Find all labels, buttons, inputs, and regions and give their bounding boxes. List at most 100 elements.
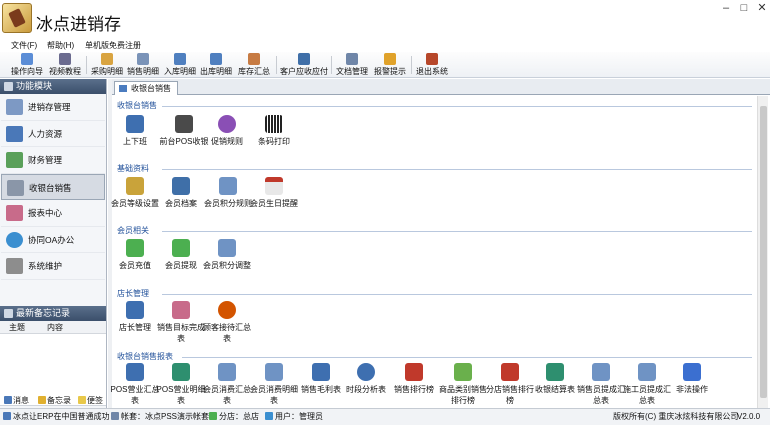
sidebar-item-inventory[interactable]: 进销存管理 (1, 94, 105, 121)
settlement-icon (546, 363, 564, 381)
table-icon (218, 363, 236, 381)
toolbar-stock-summary-button[interactable]: 库存汇总 (235, 53, 273, 77)
pos-detail-report-button[interactable]: POS营业明细表 (155, 363, 207, 406)
menu-bar: 文件(F) 帮助(H) 单机版免费注册 (0, 38, 770, 52)
shift-button[interactable]: 上下班 (109, 115, 161, 147)
toolbar-alarm-button[interactable]: 报警提示 (372, 53, 408, 77)
category-ranking-button[interactable]: 商品类别销售排行榜 (437, 363, 489, 406)
card-plus-icon (126, 239, 144, 257)
title-bar: 冰点进销存 – □ ✕ (0, 0, 770, 38)
sidebar-item-pos[interactable]: 收银台销售 (1, 173, 105, 200)
message-button[interactable]: 消息 (4, 395, 29, 406)
minimize-button[interactable]: – (716, 1, 736, 15)
member-recharge-button[interactable]: 会员充值 (109, 239, 161, 271)
finance-icon (6, 152, 23, 168)
message-icon (4, 396, 12, 404)
discount-tag-icon (218, 115, 236, 133)
member-archive-button[interactable]: 会员档案 (155, 177, 207, 209)
cart-icon (137, 53, 149, 65)
sidebar-item-oa[interactable]: 协同OA办公 (1, 227, 105, 253)
clock-icon (357, 363, 375, 381)
account-icon (111, 412, 119, 420)
app-title: 冰点进销存 (36, 15, 121, 34)
memo-header: 最新备忘记录 (0, 305, 106, 321)
toolbar-separator (86, 56, 87, 74)
memo-column-content[interactable]: 内容 (47, 321, 63, 334)
toolbar-video-button[interactable]: 视频教程 (47, 53, 83, 77)
line-chart-icon (172, 301, 190, 319)
member-consume-detail-button[interactable]: 会员消费明细表 (248, 363, 300, 406)
points-rules-button[interactable]: 会员积分规则 (202, 177, 254, 209)
purchase-icon (101, 53, 113, 65)
menu-help[interactable]: 帮助(H) (47, 40, 74, 51)
barcode-print-button[interactable]: 条码打印 (248, 115, 300, 147)
toolbar-separator (276, 56, 277, 74)
toolbar-separator (411, 56, 412, 74)
section-divider (162, 231, 752, 232)
info-icon (3, 412, 11, 420)
status-user: 用户：管理员 (265, 409, 323, 425)
toolbar-purchase-detail-button[interactable]: 采购明细 (89, 53, 125, 77)
wizard-icon (21, 53, 33, 65)
card-minus-icon (172, 239, 190, 257)
maximize-button[interactable]: □ (734, 1, 754, 15)
sales-ranking-button[interactable]: 销售排行榜 (388, 363, 440, 395)
sidebar-item-reports[interactable]: 报表中心 (1, 200, 105, 227)
table-icon (592, 363, 610, 381)
memo-button[interactable]: 备忘录 (38, 395, 71, 406)
report-icon (126, 363, 144, 381)
close-button[interactable]: ✕ (752, 1, 770, 15)
modules-icon (4, 82, 13, 91)
people-icon (6, 125, 23, 142)
toolbar-outbound-detail-button[interactable]: 出库明细 (198, 53, 234, 77)
store-manager-button[interactable]: 店长管理 (109, 301, 161, 333)
alarm-icon (384, 53, 396, 65)
sidebar-item-finance[interactable]: 财务管理 (1, 147, 105, 174)
toolbar-sales-detail-button[interactable]: 销售明细 (125, 53, 161, 77)
chart-icon (6, 205, 23, 221)
time-analysis-button[interactable]: 时段分析表 (340, 363, 392, 395)
barcode-icon (265, 115, 283, 133)
toolbar-receivable-button[interactable]: 客户应收应付 (279, 53, 329, 77)
menu-register[interactable]: 单机版免费注册 (85, 40, 141, 51)
points-card-icon (219, 177, 237, 195)
memo-column-subject[interactable]: 主题 (9, 321, 25, 334)
member-withdraw-button[interactable]: 会员提现 (155, 239, 207, 271)
customer-service-icon (218, 301, 236, 319)
toolbar-docs-button[interactable]: 文档管理 (334, 53, 370, 77)
vertical-scrollbar[interactable] (757, 96, 768, 408)
sidebar-item-hr[interactable]: 人力资源 (1, 121, 105, 147)
section-title: 收银台销售报表 (117, 352, 173, 361)
illegal-operation-button[interactable]: 非法操作 (666, 363, 718, 395)
settlement-report-button[interactable]: 收银结算表 (529, 363, 581, 395)
section-divider (182, 357, 752, 358)
profit-icon (312, 363, 330, 381)
store-icon (501, 363, 519, 381)
tab-icon (119, 85, 127, 92)
sidebar-item-maintenance[interactable]: 系统维护 (1, 253, 105, 280)
toolbar-wizard-button[interactable]: 操作向导 (9, 53, 45, 77)
tools-icon (6, 258, 23, 274)
memo-icon (4, 308, 13, 318)
promotion-rules-button[interactable]: 促销规则 (201, 115, 253, 147)
sales-target-button[interactable]: 销售目标完成表 (155, 301, 207, 344)
birthday-reminder-button[interactable]: 会员生日提醒 (248, 177, 300, 209)
points-adjust-button[interactable]: 会员积分调整 (201, 239, 253, 271)
menu-file[interactable]: 文件(F) (11, 40, 37, 51)
sticky-note-button[interactable]: 便签 (78, 395, 103, 406)
member-consume-summary-button[interactable]: 会员消费汇总表 (201, 363, 253, 406)
tab-pos-sales[interactable]: 收银台销售 (114, 81, 178, 95)
report-clock-icon (172, 363, 190, 381)
section-divider (162, 106, 752, 107)
category-icon (454, 363, 472, 381)
scrollbar-thumb[interactable] (760, 106, 767, 398)
inventory-icon (6, 99, 23, 115)
toolbar-inbound-detail-button[interactable]: 入库明细 (162, 53, 198, 77)
customer-reception-button[interactable]: 顾客接待汇总表 (201, 301, 253, 344)
salesperson-commission-button[interactable]: 销售员提成汇总表 (575, 363, 627, 406)
pos-summary-report-button[interactable]: POS营业汇总表 (109, 363, 161, 406)
exit-icon (426, 53, 438, 65)
member-level-button[interactable]: 会员等级设置 (109, 177, 161, 209)
section-title: 会员相关 (117, 226, 149, 235)
toolbar-exit-button[interactable]: 退出系统 (414, 53, 450, 77)
